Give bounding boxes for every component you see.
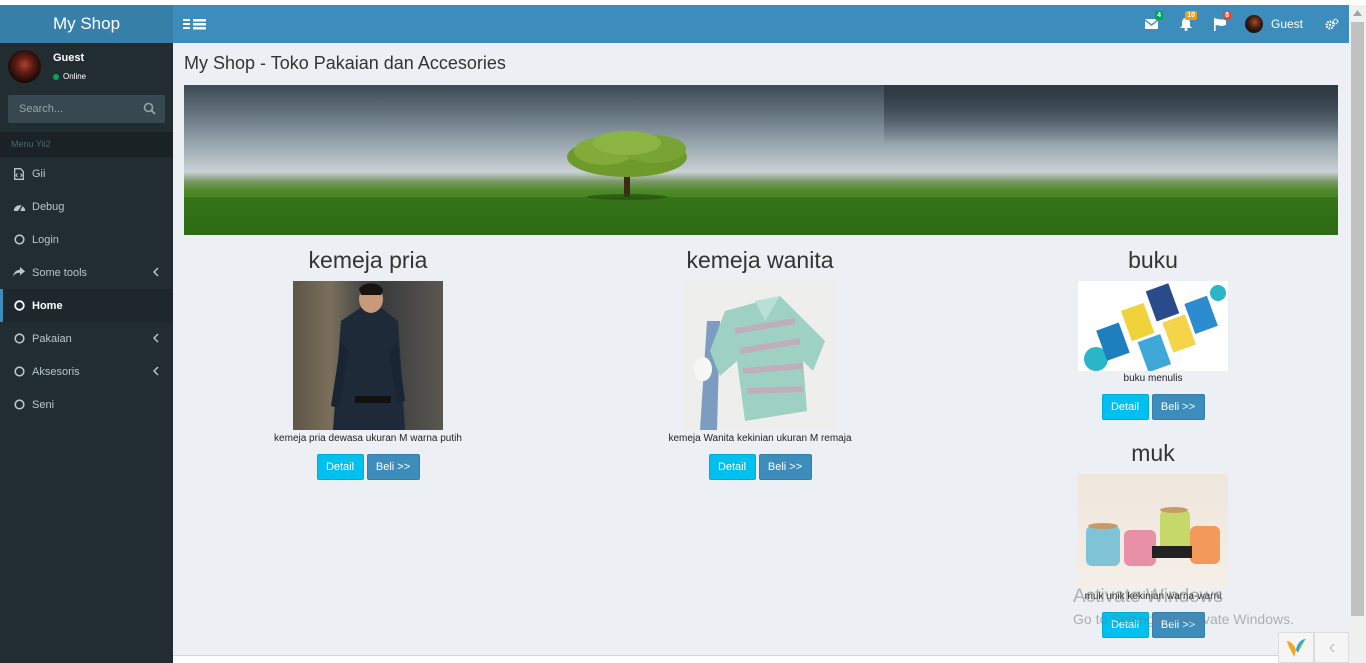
chevron-left-icon xyxy=(1328,643,1334,652)
buy-button[interactable]: Beli >> xyxy=(366,454,420,480)
scrollbar-thumb[interactable] xyxy=(1351,22,1364,616)
user-status-label: Online xyxy=(63,72,87,81)
circle-icon xyxy=(12,365,26,379)
sidebar-item-label: Seni xyxy=(32,398,55,411)
sidebar-item-debug[interactable]: Debug xyxy=(0,190,173,223)
user-menu-name: Guest xyxy=(1270,17,1303,31)
circle-icon xyxy=(12,233,26,247)
vertical-scrollbar[interactable] xyxy=(1349,5,1366,663)
product-title: muk xyxy=(1131,440,1175,466)
user-menu[interactable]: Guest xyxy=(1237,5,1315,43)
sidebar-item-gii[interactable]: Gii xyxy=(0,157,173,190)
sidebar-item-seni[interactable]: Seni xyxy=(0,388,173,421)
user-panel: Guest Online xyxy=(0,43,173,89)
sidebar-item-aksesoris[interactable]: Aksesoris xyxy=(0,355,173,388)
tasks-menu[interactable]: 8 xyxy=(1203,5,1237,43)
product-description: kemeja pria dewasa ukuran M warna putih xyxy=(274,433,462,444)
dashboard-icon xyxy=(12,200,26,214)
search-icon[interactable] xyxy=(143,102,157,116)
product-image[interactable] xyxy=(1078,281,1228,371)
sidebar-user-name: Guest xyxy=(53,52,85,64)
buy-button[interactable]: Beli >> xyxy=(758,454,812,480)
envelope-icon xyxy=(1145,19,1159,29)
circle-icon xyxy=(12,299,26,313)
tasks-badge: 8 xyxy=(1223,11,1231,20)
product-card: buku buku menulis Detail Beli >> xyxy=(1048,247,1258,420)
product-image[interactable] xyxy=(293,281,443,430)
buy-button[interactable]: Beli >> xyxy=(1151,612,1205,638)
sidebar-menu: Gii Debug Login Some tools Home Pakaian … xyxy=(0,157,173,421)
main-sidebar: Guest Online Menu Yii2 Gii Debug Login S… xyxy=(0,43,173,663)
page-title: My Shop - Toko Pakaian dan Accesories xyxy=(184,53,506,73)
sidebar-item-login[interactable]: Login xyxy=(0,223,173,256)
footer xyxy=(173,655,1349,663)
product-image[interactable] xyxy=(1078,474,1228,589)
buy-button[interactable]: Beli >> xyxy=(1151,394,1205,420)
sidebar-search xyxy=(8,95,165,123)
product-title: buku xyxy=(1128,247,1178,273)
chevron-left-icon xyxy=(152,366,159,379)
detail-button[interactable]: Detail xyxy=(1101,394,1149,420)
file-code-icon xyxy=(12,167,26,181)
online-dot-icon xyxy=(53,73,59,80)
scroll-up-icon[interactable] xyxy=(1353,10,1362,16)
chevron-left-icon xyxy=(152,267,159,280)
product-image[interactable] xyxy=(685,281,835,430)
sidebar-item-label: Pakaian xyxy=(32,332,72,345)
avatar xyxy=(1244,15,1263,33)
notifications-badge: 10 xyxy=(1185,11,1197,20)
sidebar-item-label: Gii xyxy=(32,167,46,180)
sidebar-item-label: Home xyxy=(32,299,63,312)
circle-icon xyxy=(12,398,26,412)
search-input[interactable] xyxy=(8,95,138,123)
detail-button[interactable]: Detail xyxy=(1101,612,1149,638)
avatar xyxy=(8,50,41,83)
sidebar-item-label: Some tools xyxy=(32,266,88,279)
detail-button[interactable]: Detail xyxy=(708,454,756,480)
product-title: kemeja pria xyxy=(308,247,428,273)
chevron-left-icon xyxy=(152,333,159,346)
sidebar-item-label: Login xyxy=(32,233,59,246)
sidebar-item-home[interactable]: Home xyxy=(0,289,173,322)
circle-icon xyxy=(12,332,26,346)
yii-debug-toolbar[interactable] xyxy=(1278,632,1314,663)
sidebar-toggle-icon[interactable] xyxy=(183,17,207,31)
user-status: Online xyxy=(53,72,86,81)
banner-image xyxy=(184,85,1338,235)
sidebar-item-label: Debug xyxy=(32,200,65,213)
notifications-menu[interactable]: 10 xyxy=(1169,5,1203,43)
yii-logo-icon xyxy=(1287,638,1306,657)
sidebar-item-label: Aksesoris xyxy=(32,365,80,378)
control-sidebar-toggle[interactable] xyxy=(1315,5,1349,43)
share-icon xyxy=(12,266,26,280)
content-wrapper: My Shop - Toko Pakaian dan Accesories ke… xyxy=(173,43,1349,663)
messages-menu[interactable]: 4 xyxy=(1135,5,1169,43)
messages-badge: 4 xyxy=(1155,11,1163,20)
product-description: kemeja Wanita kekinian ukuran M remaja xyxy=(668,433,852,444)
product-card: kemeja pria kemeja pria dewasa ukuran M … xyxy=(263,247,473,480)
detail-button[interactable]: Detail xyxy=(316,454,364,480)
sidebar-item-pakaian[interactable]: Pakaian xyxy=(0,322,173,355)
top-navbar: 4 10 8 Guest xyxy=(173,5,1349,43)
product-card: kemeja wanita kemeja Wanita kekinian uku… xyxy=(655,247,865,480)
gears-icon xyxy=(1325,18,1339,30)
yii-toolbar-toggle[interactable] xyxy=(1314,632,1349,663)
navbar-right: 4 10 8 Guest xyxy=(1135,5,1349,43)
product-description: muk unik kekinian warna-warni xyxy=(1084,591,1222,602)
product-card: muk muk unik kekinian warna-warni Detail… xyxy=(1048,440,1258,638)
product-title: kemeja wanita xyxy=(686,247,834,273)
sidebar-bottom xyxy=(0,659,173,663)
app-logo[interactable]: My Shop xyxy=(0,5,173,43)
product-description: buku menulis xyxy=(1123,373,1183,384)
menu-header: Menu Yii2 xyxy=(0,132,173,157)
sidebar-item-some-tools[interactable]: Some tools xyxy=(0,256,173,289)
